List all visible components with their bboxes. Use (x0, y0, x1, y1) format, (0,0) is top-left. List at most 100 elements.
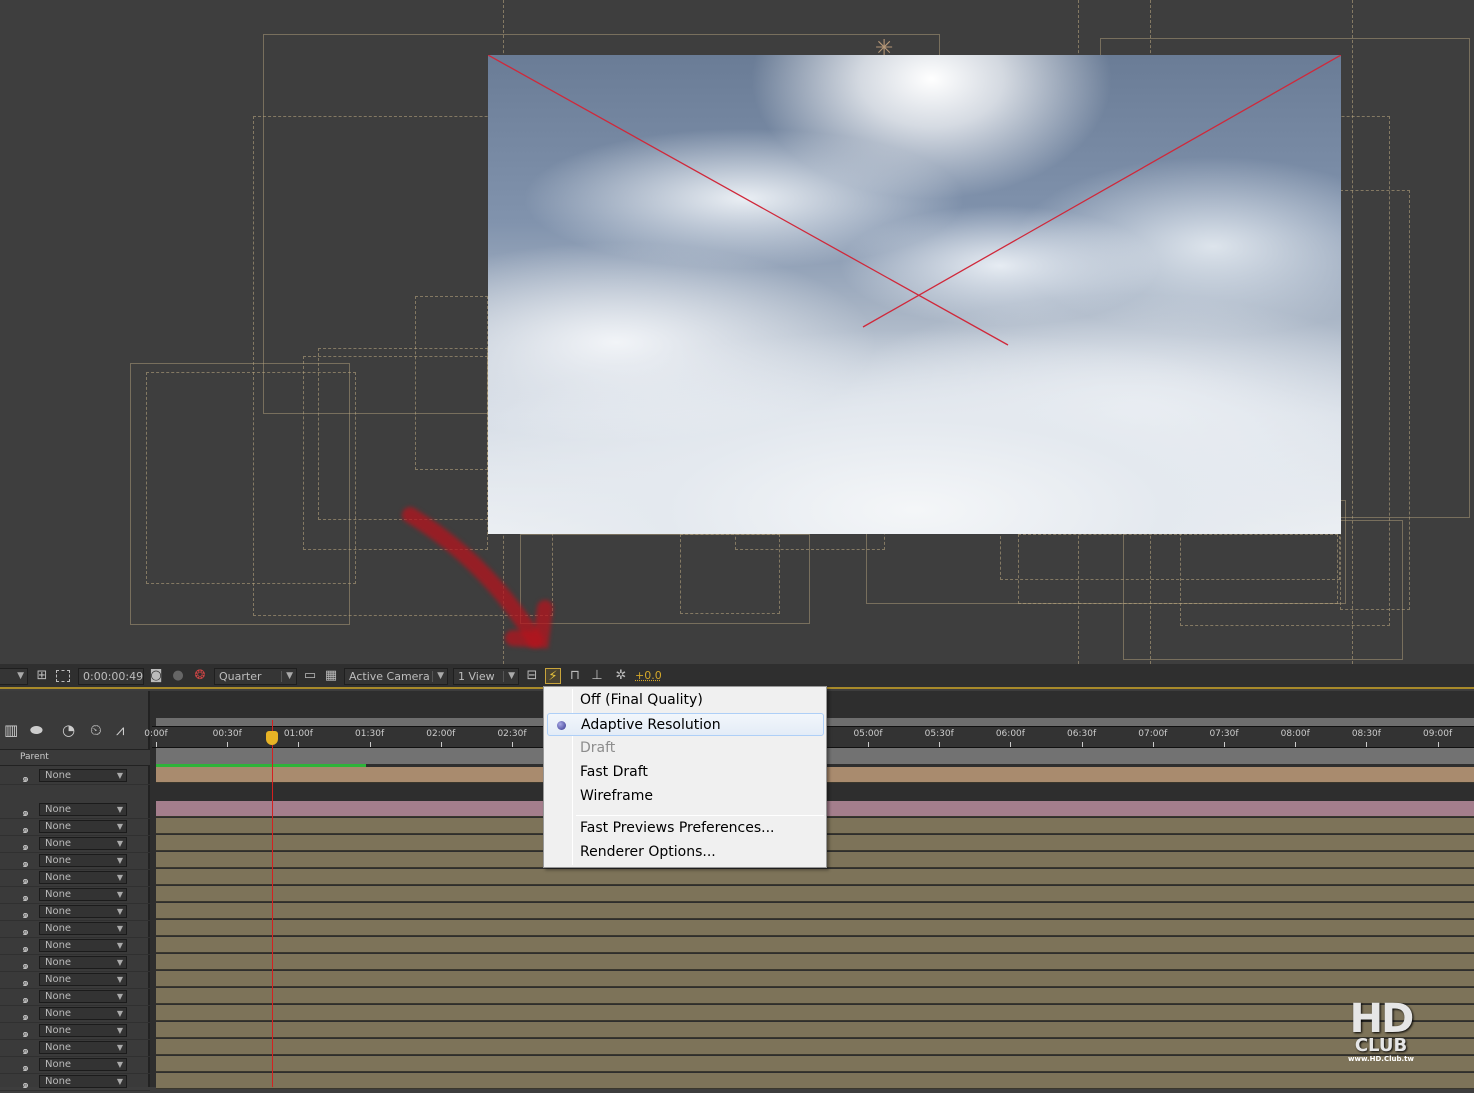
ruler-tick-mark (1295, 742, 1297, 747)
parent-value: None (45, 957, 72, 968)
layer-parent-row: ๑ None ▼ (0, 802, 150, 819)
graph-editor-icon[interactable]: ⩘ (116, 721, 124, 739)
menu-item-renderer-options[interactable]: Renderer Options... (547, 841, 824, 864)
layer-duration-bar[interactable] (156, 1022, 1474, 1038)
radio-selected-icon (557, 721, 566, 730)
layout-text: 1 View (458, 670, 495, 683)
region-of-interest-icon[interactable]: ⊞ (34, 668, 50, 684)
parent-dropdown[interactable]: None ▼ (39, 1024, 127, 1037)
color-channels-icon[interactable]: ❂ (192, 668, 208, 684)
parent-dropdown[interactable]: None ▼ (39, 956, 127, 969)
ruler-tick-label: 0:00f (144, 729, 168, 739)
parent-dropdown[interactable]: None ▼ (39, 990, 127, 1003)
layer-duration-bar[interactable] (156, 869, 1474, 885)
layer-duration-bar[interactable] (156, 971, 1474, 987)
parent-dropdown[interactable]: None ▼ (39, 922, 127, 935)
hd-club-watermark: HD CLUB www.HD.Club.tw (1336, 999, 1426, 1070)
parent-dropdown[interactable]: None ▼ (39, 820, 127, 833)
parent-value: None (45, 1008, 72, 1019)
layer-parent-row: ๑ None ▼ (0, 1040, 150, 1057)
camera-frame-diagonals (488, 55, 1341, 346)
toggle-pixel-aspect-icon[interactable]: ⊟ (524, 668, 540, 684)
layer-parent-row: ๑ None ▼ (0, 853, 150, 870)
menu-item-off-final-quality[interactable]: Off (Final Quality) (547, 689, 824, 712)
parent-value: None (45, 1025, 72, 1036)
parent-value: None (45, 1059, 72, 1070)
flowchart-icon[interactable]: ⊥ (589, 668, 605, 684)
layer-duration-bar[interactable] (156, 1056, 1474, 1072)
timeline-icon[interactable]: ⊓ (567, 668, 583, 684)
ruler-tick-label: 00:30f (212, 729, 242, 739)
ruler-tick-mark (1010, 742, 1012, 747)
layer-parent-row: ๑ None ▼ (0, 1023, 150, 1040)
transparency-grid-icon[interactable] (56, 670, 70, 682)
ruler-tick-label: 07:30f (1209, 729, 1239, 739)
checkerboard-icon[interactable]: ▦ (323, 668, 339, 684)
layer-parent-row: ๑ None ▼ (0, 836, 150, 853)
parent-column-header[interactable]: Parent (0, 749, 150, 766)
parent-dropdown[interactable]: None ▼ (39, 939, 127, 952)
resolution-dropdown[interactable]: Quarter ▼ (214, 668, 297, 685)
show-snapshot-icon[interactable]: ● (170, 668, 186, 684)
layer-duration-bar[interactable] (156, 954, 1474, 970)
parent-dropdown[interactable]: None ▼ (39, 871, 127, 884)
parent-dropdown[interactable]: None ▼ (39, 888, 127, 901)
menu-item-adaptive-resolution[interactable]: Adaptive Resolution (547, 713, 824, 736)
exposure-value[interactable]: +0.0 (635, 668, 662, 685)
menu-item-wireframe[interactable]: Wireframe (547, 785, 824, 808)
layer-parent-row: ๑ None ▼ (0, 938, 150, 955)
layout-dropdown[interactable]: 1 View ▼ (453, 668, 519, 685)
layer-duration-bar[interactable] (156, 903, 1474, 919)
parent-value: None (45, 940, 72, 951)
view-text: Active Camera (349, 670, 430, 683)
draft-3d-icon[interactable]: ⬬ (30, 721, 43, 739)
parent-dropdown[interactable]: None ▼ (39, 905, 127, 918)
parent-dropdown[interactable]: None ▼ (39, 1007, 127, 1020)
parent-dropdown[interactable]: None ▼ (39, 1058, 127, 1071)
mask-visibility-icon[interactable]: ▭ (302, 668, 318, 684)
watermark-url: www.HD.Club.tw (1348, 1055, 1414, 1063)
layer-duration-bar[interactable] (156, 886, 1474, 902)
hide-shy-layers-icon[interactable]: ◔ (62, 721, 75, 739)
parent-value: None (45, 838, 72, 849)
layer-duration-bar[interactable] (156, 988, 1474, 1004)
parent-value: None (45, 872, 72, 883)
ruler-tick-mark (868, 742, 869, 747)
motion-blur-icon[interactable]: ⏲ (90, 721, 102, 739)
snapshot-icon[interactable]: ◙ (148, 668, 164, 684)
view-dropdown[interactable]: Active Camera ▼ (344, 668, 448, 685)
parent-dropdown[interactable]: None ▼ (39, 803, 127, 816)
parent-value: None (45, 804, 72, 815)
layer-controls-panel: ▥ ⬬ ◔ ⏲ ⩘ Parent ๑ None ▼ ๑ None ▼ ๑ None ▼ ๑ None… (0, 691, 150, 1091)
layer-wireframe-line (1352, 0, 1353, 664)
parent-dropdown[interactable]: None ▼ (39, 1041, 127, 1054)
layer-duration-bar[interactable] (156, 920, 1474, 936)
layer-duration-bar[interactable] (156, 937, 1474, 953)
menu-item-fast-draft[interactable]: Fast Draft (547, 761, 824, 784)
layer-duration-bar[interactable] (156, 1005, 1474, 1021)
current-time-indicator-handle[interactable] (266, 731, 278, 745)
composition-frame[interactable] (488, 55, 1341, 534)
ruler-tick-mark (369, 742, 371, 747)
layer-duration-bar[interactable] (156, 1039, 1474, 1055)
parent-dropdown[interactable]: None ▼ (39, 769, 127, 782)
composition-viewer[interactable]: ✳ (0, 0, 1474, 664)
ruler-tick-label: 05:30f (924, 729, 954, 739)
pick-whip-icon[interactable]: ๑ (22, 769, 29, 787)
parent-dropdown[interactable]: None ▼ (39, 973, 127, 986)
parent-value: None (45, 1042, 72, 1053)
camera-target-icon[interactable]: ✳ (875, 38, 893, 60)
parent-dropdown[interactable]: None ▼ (39, 837, 127, 850)
composition-mini-flowchart-icon[interactable]: ▥ (4, 721, 18, 739)
current-time-indicator[interactable] (272, 720, 273, 1087)
parent-dropdown[interactable]: None ▼ (39, 1075, 127, 1088)
timecode-display[interactable]: 0:00:00:49 (78, 668, 144, 685)
pick-whip-icon[interactable]: ๑ (22, 1075, 29, 1093)
menu-item-fast-previews-preferences[interactable]: Fast Previews Preferences... (547, 817, 824, 840)
reset-exposure-icon[interactable]: ✲ (613, 668, 629, 684)
fast-previews-icon[interactable]: ⚡ (545, 668, 561, 684)
parent-value: None (45, 821, 72, 832)
magnification-dropdown[interactable]: ▼ (0, 668, 28, 685)
ruler-tick-label: 07:00f (1138, 729, 1168, 739)
parent-dropdown[interactable]: None ▼ (39, 854, 127, 867)
